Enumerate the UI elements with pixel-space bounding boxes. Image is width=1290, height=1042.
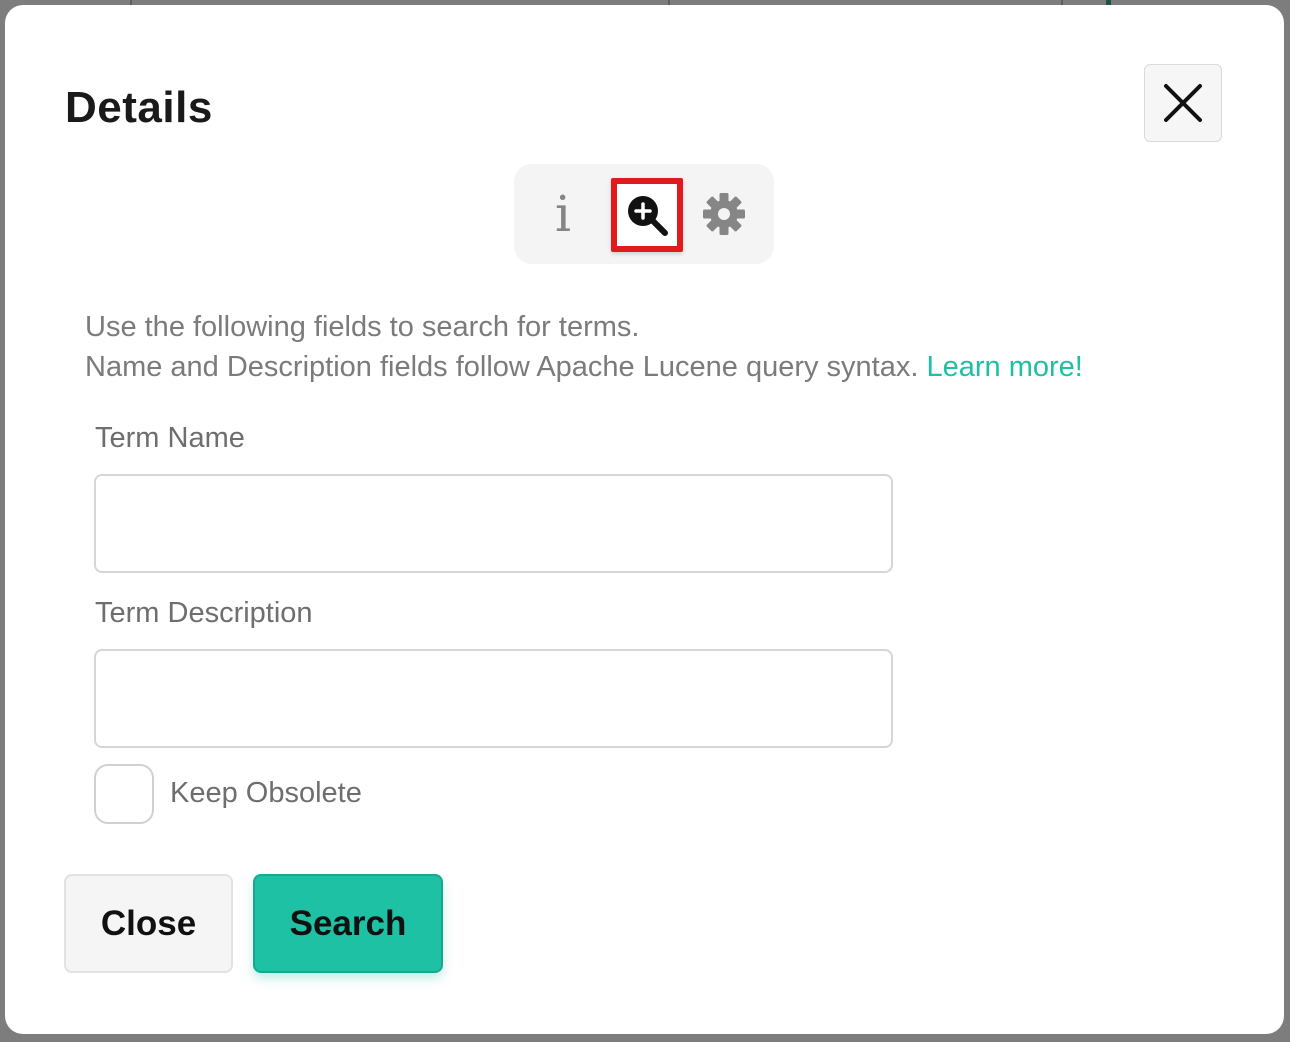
instructions-line-2-text: Name and Description fields follow Apach… [85, 351, 919, 383]
term-description-input[interactable] [94, 649, 893, 748]
tab-search[interactable] [611, 178, 683, 252]
instructions-line-2: Name and Description fields follow Apach… [85, 347, 1083, 387]
tab-info[interactable]: i [528, 178, 598, 250]
close-button-label: Close [100, 903, 197, 943]
term-name-label: Term Name [95, 422, 245, 454]
term-description-label: Term Description [95, 597, 313, 629]
modal-title: Details [65, 83, 213, 132]
search-button-label: Search [289, 903, 407, 943]
modal-tab-bar: i [514, 164, 774, 264]
tab-settings[interactable] [689, 178, 759, 250]
search-button[interactable]: Search [253, 874, 443, 973]
close-icon [1164, 84, 1202, 122]
learn-more-link[interactable]: Learn more! [926, 351, 1082, 383]
search-instructions: Use the following fields to search for t… [85, 307, 1083, 387]
close-modal-button[interactable] [1144, 64, 1222, 142]
info-icon: i [555, 185, 571, 243]
gear-icon [703, 193, 745, 235]
term-name-input[interactable] [94, 474, 893, 573]
zoom-in-icon [628, 196, 668, 236]
keep-obsolete-label: Keep Obsolete [170, 777, 362, 809]
keep-obsolete-checkbox[interactable] [94, 764, 154, 824]
instructions-line-1: Use the following fields to search for t… [85, 311, 640, 343]
details-modal: Details i Use the following fields to se… [5, 5, 1284, 1034]
close-button[interactable]: Close [64, 874, 233, 973]
